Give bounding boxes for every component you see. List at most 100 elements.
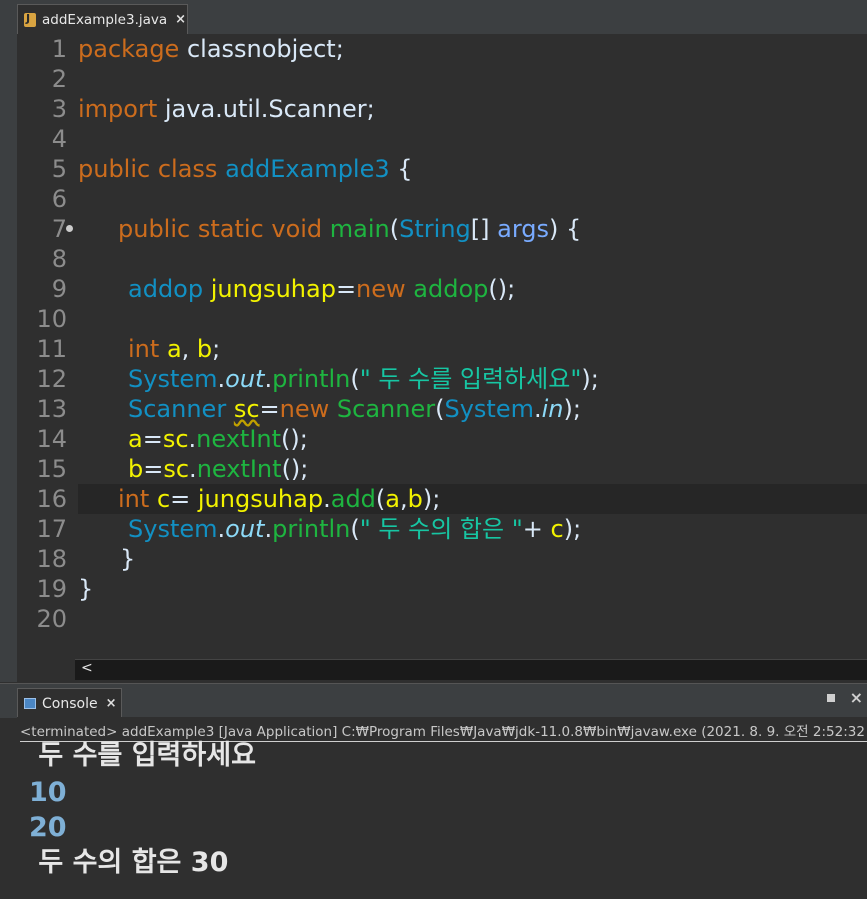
scroll-left-arrow-icon[interactable]: < — [81, 660, 93, 676]
line-number: 14 — [36, 425, 67, 453]
token: add — [330, 485, 376, 513]
line-number: 4 — [51, 125, 67, 153]
line-number: 18 — [36, 545, 67, 573]
line-number: 9 — [51, 275, 67, 303]
console-input-line: 20 — [29, 812, 67, 843]
line-number: 10 — [36, 305, 67, 333]
editor-tab-addexample3[interactable]: addExample3.java × — [17, 4, 188, 34]
token: ( — [375, 485, 386, 513]
close-icon[interactable]: × — [175, 12, 186, 27]
token: = — [259, 395, 280, 423]
token: new — [279, 395, 330, 423]
token: (); — [281, 455, 309, 483]
token: " 두 수의 합은 " — [359, 515, 523, 543]
token: ( — [350, 515, 360, 543]
token: a — [166, 335, 182, 363]
token: public static void — [118, 215, 323, 243]
token: + — [522, 515, 551, 543]
tab-console[interactable]: Console × — [17, 688, 122, 718]
token: = — [143, 455, 164, 483]
token: args — [497, 215, 550, 243]
token: ( — [350, 365, 360, 393]
token: , — [400, 485, 408, 513]
token: . — [217, 365, 226, 393]
token: (); — [488, 275, 516, 303]
code-editor[interactable]: 1 2 3 4 5 6 7 8 9 10 11 12 13 14 15 16 1… — [17, 34, 867, 682]
token: java.util.Scanner; — [157, 95, 375, 123]
token: [] — [470, 215, 498, 243]
token: . — [264, 365, 273, 393]
console-output-line: 두 수의 합은 30 — [29, 847, 229, 878]
token: . — [323, 485, 331, 513]
token: } — [120, 545, 136, 573]
token: c — [156, 485, 171, 513]
token: println — [272, 515, 351, 543]
code-line-3: import java.util.Scanner; — [78, 94, 375, 124]
console-icon — [24, 698, 36, 709]
line-number: 16 — [36, 485, 67, 513]
fold-toggle-icon[interactable] — [66, 225, 73, 232]
editor-tab-bar: addExample3.java × — [0, 0, 867, 35]
token: package — [78, 35, 180, 63]
token: int — [128, 335, 160, 363]
token: . — [217, 515, 226, 543]
line-number: 1 — [51, 35, 67, 63]
token: b — [196, 335, 213, 363]
token: b — [128, 455, 144, 483]
token: { — [389, 155, 413, 183]
code-line-16: int c= jungsuhap.add(a,b); — [118, 484, 440, 514]
token: System — [444, 395, 534, 423]
token: jungsuhap — [210, 275, 336, 303]
token: b — [407, 485, 423, 513]
token: public class — [78, 155, 218, 183]
token: addExample3 — [225, 155, 390, 183]
close-view-icon[interactable]: × — [850, 688, 863, 707]
token: ( — [389, 215, 400, 243]
minimize-view-icon[interactable] — [825, 692, 837, 704]
token: nextInt — [196, 455, 282, 483]
token: ); — [422, 485, 441, 513]
token: System — [128, 515, 218, 543]
editor-tab-title: addExample3.java — [42, 11, 168, 28]
token: new — [356, 275, 406, 303]
close-icon[interactable]: × — [106, 696, 117, 711]
token: sc — [163, 455, 190, 483]
code-line-1: package classnobject; — [78, 34, 344, 64]
token: ) { — [549, 215, 582, 243]
token: ); — [581, 365, 599, 393]
token: String — [399, 215, 471, 243]
horizontal-scrollbar[interactable]: < — [75, 659, 867, 680]
token: = — [170, 485, 198, 513]
code-line-15: b=sc.nextInt(); — [128, 454, 308, 484]
console-output-area[interactable]: <terminated> addExample3 [Java Applicati… — [17, 717, 867, 899]
line-number: 2 — [51, 65, 67, 93]
token: , — [181, 335, 197, 363]
console-tab-label: Console — [42, 695, 98, 712]
token: . — [533, 395, 542, 423]
token: c — [550, 515, 564, 543]
token: classnobject; — [179, 35, 344, 63]
token: . — [264, 515, 273, 543]
token: . — [189, 455, 197, 483]
token: jungsuhap — [197, 485, 324, 513]
token: Scanner — [336, 395, 436, 423]
token: sc — [233, 395, 260, 423]
token: (); — [281, 425, 308, 453]
console-output-line: 두 수를 입력하세요 — [29, 740, 256, 771]
code-area[interactable]: package classnobject; import java.util.S… — [78, 34, 867, 659]
code-line-5: public class addExample3 { — [78, 154, 413, 184]
token: in — [541, 395, 564, 423]
line-number: 5 — [51, 155, 67, 183]
line-number-gutter: 1 2 3 4 5 6 7 8 9 10 11 12 13 14 15 16 1… — [17, 34, 75, 659]
token: println — [272, 365, 351, 393]
token: ); — [563, 395, 581, 423]
token: } — [78, 575, 94, 603]
token: = — [335, 275, 357, 303]
code-line-13: Scanner sc=new Scanner(System.in); — [128, 394, 581, 424]
code-line-11: int a, b; — [128, 334, 220, 364]
token: out — [225, 365, 265, 393]
token: = — [142, 425, 163, 453]
